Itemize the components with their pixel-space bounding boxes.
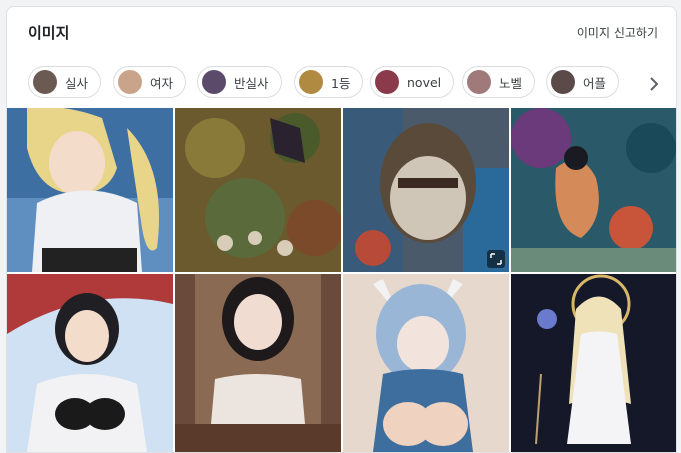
chip-label: 여자 xyxy=(150,75,174,91)
chip-eopeul[interactable]: 어플 xyxy=(546,66,620,98)
chip-1deung[interactable]: 1등 xyxy=(294,66,364,98)
chip-label: 노벨 xyxy=(499,75,523,91)
image-results-card: 이미지 이미지 신고하기 실사 여자 반실사 1등 novel 노벨 어플 xyxy=(6,6,677,453)
filter-chip-row: 실사 여자 반실사 1등 novel 노벨 어플 xyxy=(7,61,676,105)
chip-label: novel xyxy=(407,74,442,90)
image-grid xyxy=(7,108,676,452)
image-tile[interactable] xyxy=(511,274,676,452)
chip-thumbnail xyxy=(299,70,323,94)
chip-bansilsa[interactable]: 반실사 xyxy=(197,66,282,98)
chip-silsa[interactable]: 실사 xyxy=(28,66,102,98)
section-title: 이미지 xyxy=(28,24,70,42)
image-tile[interactable] xyxy=(175,108,341,272)
report-images-link[interactable]: 이미지 신고하기 xyxy=(577,24,658,41)
image-tile[interactable] xyxy=(343,108,509,272)
chip-thumbnail xyxy=(202,70,226,94)
chip-thumbnail xyxy=(118,70,142,94)
chip-thumbnail xyxy=(551,70,575,94)
image-tile[interactable] xyxy=(7,274,173,452)
chip-thumbnail xyxy=(467,70,491,94)
image-tile[interactable] xyxy=(343,274,509,452)
image-tile[interactable] xyxy=(511,108,676,272)
expand-icon[interactable] xyxy=(487,250,505,268)
chip-thumbnail xyxy=(33,70,57,94)
image-tile[interactable] xyxy=(7,108,173,272)
chip-yeoja[interactable]: 여자 xyxy=(113,66,187,98)
chip-label: 반실사 xyxy=(234,75,269,91)
card-header: 이미지 이미지 신고하기 xyxy=(7,7,676,57)
chip-label: 1등 xyxy=(331,75,351,91)
chevron-right-icon[interactable] xyxy=(643,73,665,95)
chip-nobel[interactable]: 노벨 xyxy=(462,66,536,98)
image-tile[interactable] xyxy=(175,274,341,452)
chip-label: 어플 xyxy=(583,75,607,91)
chip-label: 실사 xyxy=(65,75,89,91)
chip-novel[interactable]: novel xyxy=(370,66,455,98)
chip-thumbnail xyxy=(375,70,399,94)
